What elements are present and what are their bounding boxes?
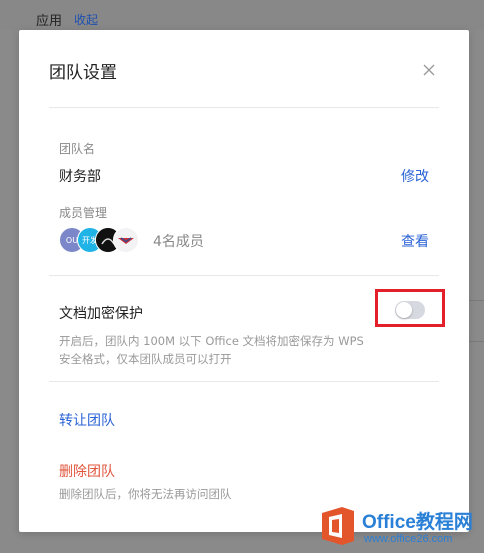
team-name-label: 团队名 (59, 142, 96, 156)
highlight-box (375, 289, 445, 327)
member-management-label: 成员管理 (59, 206, 108, 220)
section-title: 应用 (36, 14, 63, 29)
encryption-description: 开启后，团队内 100M 以下 Office 文档将加密保存为 WPS 安全格式… (59, 332, 419, 368)
watermark: Office教程网 www.office26.com (320, 505, 480, 551)
dialog-title: 团队设置 (49, 63, 117, 83)
divider (49, 381, 439, 382)
encryption-label: 文档加密保护 (59, 306, 143, 322)
encryption-description-line2: 安全格式，仅本团队成员可以打开 (59, 352, 232, 366)
divider (49, 275, 439, 276)
encryption-description-line1: 开启后，团队内 100M 以下 Office 文档将加密保存为 WPS (59, 334, 364, 348)
edit-team-name-link[interactable]: 修改 (401, 166, 429, 186)
transfer-team-link[interactable]: 转让团队 (59, 410, 115, 430)
watermark-site: www.office26.com (364, 533, 453, 545)
delete-team-link[interactable]: 删除团队 (59, 461, 115, 481)
divider (49, 107, 439, 108)
delete-team-description: 删除团队后，你将无法再访问团队 (59, 487, 232, 501)
office-logo-icon (322, 507, 354, 545)
background-header (0, 0, 484, 30)
team-name-value: 财务部 (59, 169, 101, 185)
avatar (113, 227, 139, 253)
close-button[interactable] (419, 60, 439, 80)
member-count: 4名成员 (153, 234, 204, 250)
team-settings-dialog: 团队设置 团队名 财务部 修改 成员管理 OU 开发 4名成员 查看 文档加密保… (19, 30, 469, 532)
view-members-link[interactable]: 查看 (401, 231, 429, 251)
close-icon (423, 64, 435, 76)
avatar-image-icon (114, 228, 138, 252)
watermark-brand: Office教程网 (362, 512, 473, 533)
background-row (468, 300, 484, 342)
collapse-link[interactable]: 收起 (74, 11, 98, 28)
